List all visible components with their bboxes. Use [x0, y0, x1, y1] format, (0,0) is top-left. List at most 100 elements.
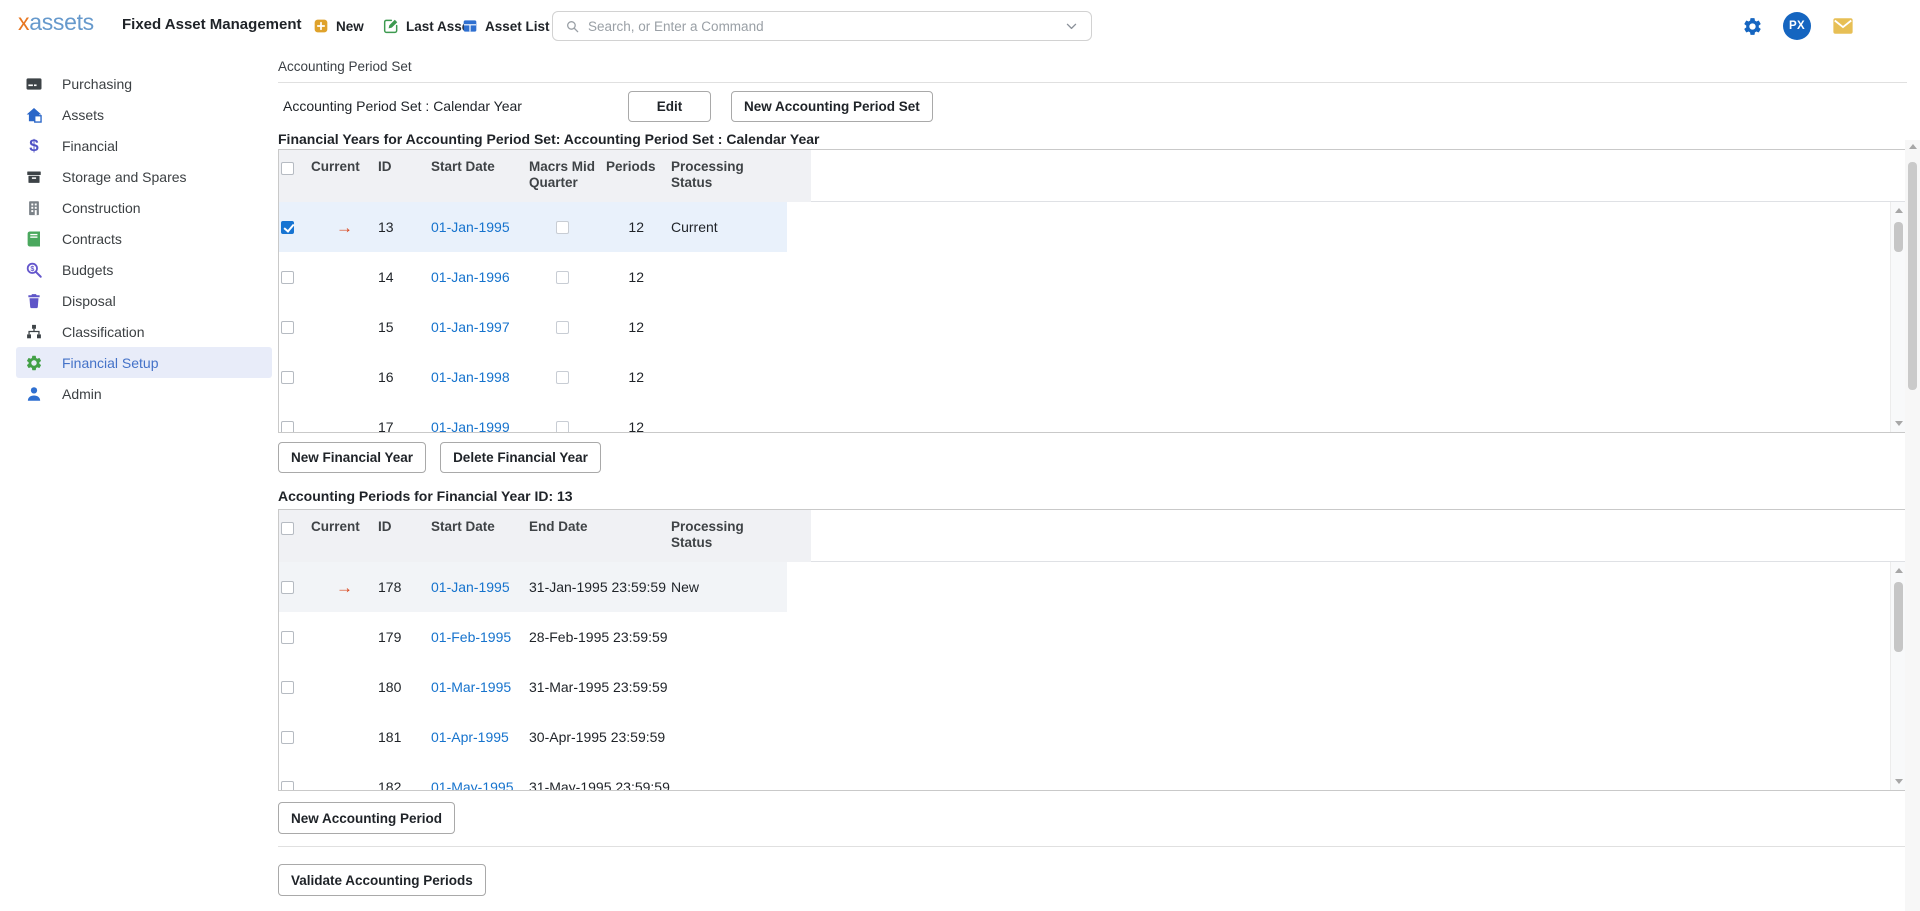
end-date-cell: 31-May-1995 23:59:59 — [529, 762, 671, 791]
validate-accounting-periods-button[interactable]: Validate Accounting Periods — [278, 864, 486, 896]
row-checkbox[interactable] — [281, 631, 294, 644]
scrollbar-thumb[interactable] — [1894, 222, 1903, 252]
column-header-periods: Periods — [606, 150, 671, 202]
new-accounting-period-set-button[interactable]: New Accounting Period Set — [731, 91, 933, 122]
sidebar-item-disposal[interactable]: Disposal — [0, 285, 278, 316]
start-date-link[interactable]: 01-Jan-1999 — [431, 419, 510, 433]
periods-cell: 12 — [606, 252, 671, 302]
logo-assets: assets — [29, 9, 94, 35]
asset-list-button[interactable]: Asset List — [462, 13, 550, 39]
column-header-current: Current — [311, 150, 378, 202]
macrs-checkbox[interactable] — [556, 321, 569, 334]
scroll-up-arrow[interactable] — [1909, 144, 1917, 149]
table-body: → 13 01-Jan-1995 12 Current 14 01-Jan-19… — [279, 202, 1906, 433]
table-scrollbar — [1890, 202, 1906, 432]
page-title: Accounting Period Set — [278, 59, 1920, 77]
start-date-link[interactable]: 01-Jan-1995 — [431, 579, 510, 595]
start-date-link[interactable]: 01-Jan-1995 — [431, 219, 510, 235]
row-checkbox-cell — [279, 302, 311, 352]
macrs-checkbox[interactable] — [556, 421, 569, 434]
new-financial-year-button[interactable]: New Financial Year — [278, 442, 426, 473]
plus-icon — [313, 18, 329, 34]
table-row[interactable]: 15 01-Jan-1997 12 — [279, 302, 787, 352]
start-date-cell: 01-Jan-1995 — [431, 202, 529, 252]
table-row[interactable]: 16 01-Jan-1998 12 — [279, 352, 787, 402]
row-checkbox[interactable] — [281, 681, 294, 694]
table-row[interactable]: → 178 01-Jan-1995 31-Jan-1995 23:59:59 N… — [279, 562, 787, 612]
row-checkbox[interactable] — [281, 271, 294, 284]
sidebar-item-storage-and-spares[interactable]: Storage and Spares — [0, 161, 278, 192]
id-cell: 180 — [378, 662, 431, 712]
sidebar-label: Disposal — [62, 293, 116, 309]
scrollbar-thumb[interactable] — [1908, 162, 1917, 390]
scroll-up-arrow[interactable] — [1895, 208, 1903, 213]
id-cell: 17 — [378, 402, 431, 433]
sidebar-item-classification[interactable]: Classification — [0, 316, 278, 347]
search-input[interactable] — [588, 19, 1056, 34]
sidebar-item-contracts[interactable]: Contracts — [0, 223, 278, 254]
table-row[interactable]: 17 01-Jan-1999 12 — [279, 402, 787, 433]
scroll-up-arrow[interactable] — [1895, 568, 1903, 573]
sidebar-item-assets[interactable]: Assets — [0, 99, 278, 130]
settings-gear-icon[interactable] — [1742, 16, 1763, 37]
start-date-link[interactable]: 01-Apr-1995 — [431, 729, 509, 745]
row-checkbox[interactable] — [281, 221, 294, 234]
row-checkbox[interactable] — [281, 781, 294, 792]
macrs-checkbox[interactable] — [556, 371, 569, 384]
sidebar-label: Admin — [62, 386, 102, 402]
row-checkbox[interactable] — [281, 321, 294, 334]
table-row[interactable]: 14 01-Jan-1996 12 — [279, 252, 787, 302]
column-header-end-date: End Date — [529, 510, 671, 562]
last-asset-button[interactable]: Last Asset — [383, 13, 474, 39]
home-box-icon — [25, 106, 43, 124]
scroll-down-arrow[interactable] — [1895, 421, 1903, 426]
row-checkbox[interactable] — [281, 731, 294, 744]
chevron-down-icon[interactable] — [1064, 19, 1079, 34]
row-checkbox-cell — [279, 612, 311, 662]
sidebar-item-financial[interactable]: $ Financial — [0, 130, 278, 161]
delete-financial-year-button[interactable]: Delete Financial Year — [440, 442, 601, 473]
row-checkbox-cell — [279, 712, 311, 762]
new-accounting-period-button[interactable]: New Accounting Period — [278, 802, 455, 834]
sidebar-item-budgets[interactable]: Budgets — [0, 254, 278, 285]
start-date-cell: 01-Apr-1995 — [431, 712, 529, 762]
table-header: Current ID Start Date Macrs Mid Quarter … — [279, 150, 1906, 202]
new-asset-label: New — [336, 19, 364, 34]
sidebar-item-construction[interactable]: Construction — [0, 192, 278, 223]
start-date-link[interactable]: 01-Feb-1995 — [431, 629, 511, 645]
start-date-link[interactable]: 01-Jan-1997 — [431, 319, 510, 335]
start-date-link[interactable]: 01-Jan-1998 — [431, 369, 510, 385]
table-row[interactable]: 179 01-Feb-1995 28-Feb-1995 23:59:59 — [279, 612, 787, 662]
macrs-checkbox[interactable] — [556, 271, 569, 284]
id-cell: 16 — [378, 352, 431, 402]
sidebar-item-purchasing[interactable]: Purchasing — [0, 68, 278, 99]
table-row[interactable]: → 13 01-Jan-1995 12 Current — [279, 202, 787, 252]
scroll-down-arrow[interactable] — [1895, 779, 1903, 784]
start-date-link[interactable]: 01-Jan-1996 — [431, 269, 510, 285]
start-date-link[interactable]: 01-May-1995 — [431, 779, 514, 791]
sidebar-label: Budgets — [62, 262, 113, 278]
select-all-checkbox[interactable] — [281, 522, 294, 535]
new-asset-button[interactable]: New — [313, 13, 364, 39]
sidebar: Purchasing Assets $ Financial Storage an… — [0, 52, 278, 911]
edit-button[interactable]: Edit — [628, 91, 711, 122]
row-checkbox[interactable] — [281, 371, 294, 384]
scrollbar-thumb[interactable] — [1894, 582, 1903, 652]
start-date-link[interactable]: 01-Mar-1995 — [431, 679, 511, 695]
select-all-checkbox[interactable] — [281, 162, 294, 175]
table-row[interactable]: 182 01-May-1995 31-May-1995 23:59:59 — [279, 762, 787, 791]
status-cell — [671, 302, 787, 352]
table-row[interactable]: 181 01-Apr-1995 30-Apr-1995 23:59:59 — [279, 712, 787, 762]
sidebar-item-admin[interactable]: Admin — [0, 378, 278, 409]
mail-icon[interactable] — [1830, 15, 1856, 37]
row-checkbox[interactable] — [281, 581, 294, 594]
macrs-cell — [529, 352, 606, 402]
financial-years-table: Current ID Start Date Macrs Mid Quarter … — [278, 149, 1907, 433]
sidebar-label: Purchasing — [62, 76, 132, 92]
user-avatar[interactable]: PX — [1783, 12, 1811, 40]
id-cell: 14 — [378, 252, 431, 302]
macrs-checkbox[interactable] — [556, 221, 569, 234]
table-row[interactable]: 180 01-Mar-1995 31-Mar-1995 23:59:59 — [279, 662, 787, 712]
sidebar-item-financial-setup[interactable]: Financial Setup — [16, 347, 272, 378]
row-checkbox[interactable] — [281, 421, 294, 434]
